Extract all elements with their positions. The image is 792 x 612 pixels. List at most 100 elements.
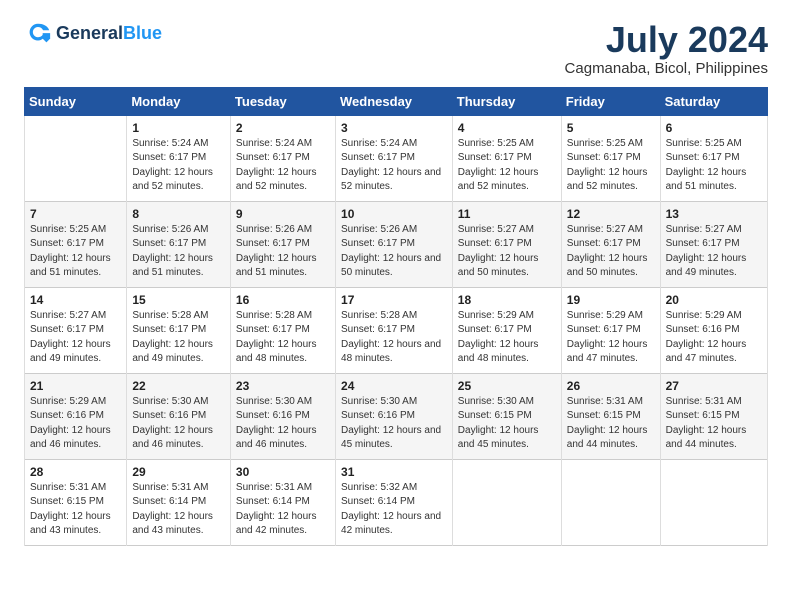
- day-cell: [561, 459, 660, 545]
- day-number: 18: [458, 293, 556, 307]
- day-number: 12: [567, 207, 655, 221]
- day-cell: 1 Sunrise: 5:24 AMSunset: 6:17 PMDaylight…: [127, 115, 231, 201]
- day-info: Sunrise: 5:31 AMSunset: 6:15 PMDaylight:…: [666, 395, 762, 453]
- day-number: 17: [341, 293, 447, 307]
- header-row: SundayMondayTuesdayWednesdayThursdayFrid…: [25, 87, 768, 115]
- day-number: 16: [236, 293, 330, 307]
- day-cell: 10 Sunrise: 5:26 AMSunset: 6:17 PMDayligh…: [336, 201, 453, 287]
- day-info: Sunrise: 5:24 AMSunset: 6:17 PMDaylight:…: [341, 137, 447, 195]
- day-number: 3: [341, 121, 447, 135]
- day-info: Sunrise: 5:27 AMSunset: 6:17 PMDaylight:…: [458, 223, 556, 281]
- day-number: 9: [236, 207, 330, 221]
- day-number: 4: [458, 121, 556, 135]
- day-cell: 25 Sunrise: 5:30 AMSunset: 6:15 PMDayligh…: [452, 373, 561, 459]
- day-cell: 17 Sunrise: 5:28 AMSunset: 6:17 PMDayligh…: [336, 287, 453, 373]
- day-number: 15: [132, 293, 225, 307]
- day-number: 25: [458, 379, 556, 393]
- day-cell: 2Sunrise: 5:24 AMSunset: 6:17 PMDaylight…: [230, 115, 335, 201]
- day-cell: [660, 459, 767, 545]
- title-block: July 2024 Cagmanaba, Bicol, Philippines: [565, 20, 768, 77]
- day-info: Sunrise: 5:28 AMSunset: 6:17 PMDaylight:…: [341, 309, 447, 367]
- day-cell: 16 Sunrise: 5:28 AMSunset: 6:17 PMDayligh…: [230, 287, 335, 373]
- day-info: Sunrise: 5:27 AMSunset: 6:17 PMDaylight:…: [30, 309, 121, 367]
- day-number: 14: [30, 293, 121, 307]
- day-cell: 9 Sunrise: 5:26 AMSunset: 6:17 PMDaylight…: [230, 201, 335, 287]
- day-info: Sunrise: 5:24 AMSunset: 6:17 PMDaylight:…: [132, 137, 225, 195]
- header-cell-sunday: Sunday: [25, 87, 127, 115]
- day-cell: 30Sunrise: 5:31 AMSunset: 6:14 PMDayligh…: [230, 459, 335, 545]
- week-row-4: 21 Sunrise: 5:29 AMSunset: 6:16 PMDayligh…: [25, 373, 768, 459]
- day-cell: 11 Sunrise: 5:27 AMSunset: 6:17 PMDayligh…: [452, 201, 561, 287]
- day-cell: 19 Sunrise: 5:29 AMSunset: 6:17 PMDayligh…: [561, 287, 660, 373]
- day-number: 27: [666, 379, 762, 393]
- day-number: 19: [567, 293, 655, 307]
- week-row-3: 14 Sunrise: 5:27 AMSunset: 6:17 PMDayligh…: [25, 287, 768, 373]
- day-number: 31: [341, 465, 447, 479]
- logo-icon: [24, 20, 52, 48]
- day-cell: 20 Sunrise: 5:29 AMSunset: 6:16 PMDayligh…: [660, 287, 767, 373]
- week-row-2: 7 Sunrise: 5:25 AMSunset: 6:17 PMDaylight…: [25, 201, 768, 287]
- day-info: Sunrise: 5:25 AMSunset: 6:17 PMDaylight:…: [458, 137, 556, 195]
- day-number: 24: [341, 379, 447, 393]
- day-info: Sunrise: 5:25 AMSunset: 6:17 PMDaylight:…: [666, 137, 762, 195]
- day-cell: 14 Sunrise: 5:27 AMSunset: 6:17 PMDayligh…: [25, 287, 127, 373]
- day-cell: 26 Sunrise: 5:31 AMSunset: 6:15 PMDayligh…: [561, 373, 660, 459]
- day-info: Sunrise: 5:32 AMSunset: 6:14 PMDaylight:…: [341, 481, 447, 539]
- header-cell-monday: Monday: [127, 87, 231, 115]
- day-info: Sunrise: 5:26 AMSunset: 6:17 PMDaylight:…: [236, 223, 330, 281]
- day-number: 21: [30, 379, 121, 393]
- logo: GeneralBlue: [24, 20, 162, 48]
- day-number: 6: [666, 121, 762, 135]
- day-cell: 29 Sunrise: 5:31 AMSunset: 6:14 PMDayligh…: [127, 459, 231, 545]
- day-number: 29: [132, 465, 225, 479]
- location: Cagmanaba, Bicol, Philippines: [565, 60, 768, 77]
- day-info: Sunrise: 5:27 AMSunset: 6:17 PMDaylight:…: [567, 223, 655, 281]
- day-info: Sunrise: 5:26 AMSunset: 6:17 PMDaylight:…: [341, 223, 447, 281]
- day-number: 30: [236, 465, 330, 479]
- day-number: 1: [132, 121, 225, 135]
- day-number: 5: [567, 121, 655, 135]
- day-info: Sunrise: 5:29 AMSunset: 6:17 PMDaylight:…: [458, 309, 556, 367]
- day-cell: [25, 115, 127, 201]
- day-cell: 27 Sunrise: 5:31 AMSunset: 6:15 PMDayligh…: [660, 373, 767, 459]
- day-info: Sunrise: 5:27 AMSunset: 6:17 PMDaylight:…: [666, 223, 762, 281]
- day-cell: 3 Sunrise: 5:24 AMSunset: 6:17 PMDaylight…: [336, 115, 453, 201]
- day-info: Sunrise: 5:25 AMSunset: 6:17 PMDaylight:…: [567, 137, 655, 195]
- day-cell: [452, 459, 561, 545]
- day-info: Sunrise: 5:28 AMSunset: 6:17 PMDaylight:…: [236, 309, 330, 367]
- day-info: Sunrise: 5:24 AMSunset: 6:17 PMDaylight:…: [236, 137, 330, 195]
- day-info: Sunrise: 5:30 AMSunset: 6:15 PMDaylight:…: [458, 395, 556, 453]
- week-row-5: 28 Sunrise: 5:31 AMSunset: 6:15 PMDayligh…: [25, 459, 768, 545]
- day-cell: 4 Sunrise: 5:25 AMSunset: 6:17 PMDaylight…: [452, 115, 561, 201]
- day-cell: 12 Sunrise: 5:27 AMSunset: 6:17 PMDayligh…: [561, 201, 660, 287]
- month-title: July 2024: [565, 20, 768, 60]
- calendar-table: SundayMondayTuesdayWednesdayThursdayFrid…: [24, 87, 768, 546]
- day-info: Sunrise: 5:31 AMSunset: 6:15 PMDaylight:…: [30, 481, 121, 539]
- day-number: 26: [567, 379, 655, 393]
- day-number: 20: [666, 293, 762, 307]
- day-cell: 5 Sunrise: 5:25 AMSunset: 6:17 PMDaylight…: [561, 115, 660, 201]
- day-info: Sunrise: 5:30 AMSunset: 6:16 PMDaylight:…: [132, 395, 225, 453]
- day-info: Sunrise: 5:28 AMSunset: 6:17 PMDaylight:…: [132, 309, 225, 367]
- header: GeneralBlue July 2024 Cagmanaba, Bicol, …: [24, 20, 768, 77]
- day-cell: 31 Sunrise: 5:32 AMSunset: 6:14 PMDayligh…: [336, 459, 453, 545]
- day-info: Sunrise: 5:31 AMSunset: 6:14 PMDaylight:…: [132, 481, 225, 539]
- day-number: 10: [341, 207, 447, 221]
- header-cell-thursday: Thursday: [452, 87, 561, 115]
- day-number: 7: [30, 207, 121, 221]
- day-info: Sunrise: 5:30 AMSunset: 6:16 PMDaylight:…: [236, 395, 330, 453]
- day-cell: 22 Sunrise: 5:30 AMSunset: 6:16 PMDayligh…: [127, 373, 231, 459]
- day-number: 22: [132, 379, 225, 393]
- day-cell: 15 Sunrise: 5:28 AMSunset: 6:17 PMDayligh…: [127, 287, 231, 373]
- day-info: Sunrise: 5:29 AMSunset: 6:16 PMDaylight:…: [666, 309, 762, 367]
- day-info: Sunrise: 5:29 AMSunset: 6:16 PMDaylight:…: [30, 395, 121, 453]
- day-number: 28: [30, 465, 121, 479]
- day-info: Sunrise: 5:31 AMSunset: 6:15 PMDaylight:…: [567, 395, 655, 453]
- day-cell: 18 Sunrise: 5:29 AMSunset: 6:17 PMDayligh…: [452, 287, 561, 373]
- day-number: 11: [458, 207, 556, 221]
- day-info: Sunrise: 5:26 AMSunset: 6:17 PMDaylight:…: [132, 223, 225, 281]
- day-info: Sunrise: 5:25 AMSunset: 6:17 PMDaylight:…: [30, 223, 121, 281]
- day-cell: 6 Sunrise: 5:25 AMSunset: 6:17 PMDaylight…: [660, 115, 767, 201]
- day-cell: 7 Sunrise: 5:25 AMSunset: 6:17 PMDaylight…: [25, 201, 127, 287]
- day-info: Sunrise: 5:29 AMSunset: 6:17 PMDaylight:…: [567, 309, 655, 367]
